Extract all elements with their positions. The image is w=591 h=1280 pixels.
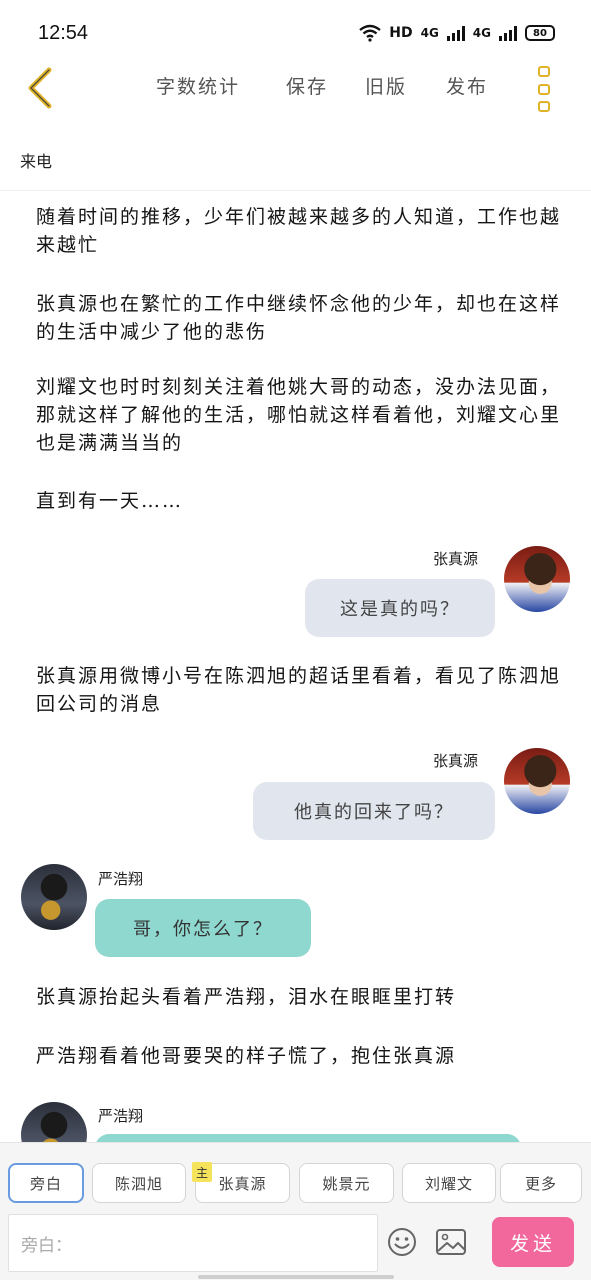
message-input[interactable]: 旁白：	[8, 1214, 378, 1272]
clock: 12:54	[38, 22, 89, 44]
battery-icon: 80	[525, 25, 555, 41]
narration-paragraph: 严浩翔看着他哥要哭的样子慌了，抱住张真源	[36, 1045, 457, 1067]
hd-label: HD	[389, 25, 413, 41]
main-role-badge: 主	[192, 1162, 212, 1182]
network-4g-2: 4G	[472, 26, 491, 40]
narration-paragraph: 刘耀文也时时刻刻关注着他姚大哥的动态，没办法见面，那就这样了解他的生活，哪怕就这…	[36, 376, 562, 454]
narration-paragraph: 张真源抬起头看着严浩翔，泪水在眼眶里打转	[36, 986, 457, 1008]
send-button[interactable]: 发送	[492, 1217, 574, 1267]
more-roles-button[interactable]: 更多	[500, 1163, 582, 1203]
divider	[0, 190, 591, 191]
role-chip[interactable]: 陈泗旭	[92, 1163, 186, 1203]
chat-bubble[interactable]: 他真的回来了吗？	[253, 782, 495, 840]
home-indicator	[198, 1275, 394, 1279]
network-4g-1: 4G	[420, 26, 439, 40]
back-chevron-icon[interactable]	[22, 64, 62, 112]
narration-paragraph: 随着时间的推移，少年们被越来越多的人知道，工作也越来越忙	[36, 206, 562, 256]
narration-paragraph: 直到有一天……	[36, 490, 184, 512]
avatar[interactable]	[504, 748, 570, 814]
role-chip[interactable]: 姚景元	[299, 1163, 394, 1203]
speaker-name: 张真源	[433, 752, 479, 770]
word-count-button[interactable]: 字数统计	[156, 72, 240, 99]
status-bar: 12:54 HD 4G 4G 80	[0, 0, 591, 70]
image-icon[interactable]	[435, 1228, 467, 1256]
speaker-name: 张真源	[433, 550, 479, 568]
avatar[interactable]	[21, 864, 87, 930]
role-chip-narration[interactable]: 旁白	[8, 1163, 84, 1203]
avatar[interactable]	[504, 546, 570, 612]
narration-paragraph: 张真源用微博小号在陈泗旭的超话里看着，看见了陈泗旭回公司的消息	[36, 665, 562, 715]
signal-icon	[446, 25, 465, 41]
emoji-icon[interactable]	[387, 1227, 417, 1257]
speaker-name: 严浩翔	[98, 870, 144, 888]
system-indicators: HD 4G 4G 80	[359, 24, 555, 42]
wifi-icon	[359, 24, 381, 42]
publish-button[interactable]: 发布	[446, 72, 488, 99]
signal-icon	[499, 25, 517, 41]
narration-paragraph: 张真源也在繁忙的工作中继续怀念他的少年，却也在这样的生活中减少了他的悲伤	[36, 293, 562, 343]
chat-bubble[interactable]: 哥，你怎么了？	[95, 899, 311, 957]
save-button[interactable]: 保存	[286, 72, 328, 99]
chapter-title: 来电	[20, 152, 53, 171]
chat-bubble[interactable]: 这是真的吗？	[305, 579, 495, 637]
role-chip[interactable]: 刘耀文	[402, 1163, 496, 1203]
menu-dots-icon[interactable]	[535, 66, 553, 112]
old-version-button[interactable]: 旧版	[365, 72, 407, 99]
speaker-name: 严浩翔	[98, 1107, 144, 1125]
